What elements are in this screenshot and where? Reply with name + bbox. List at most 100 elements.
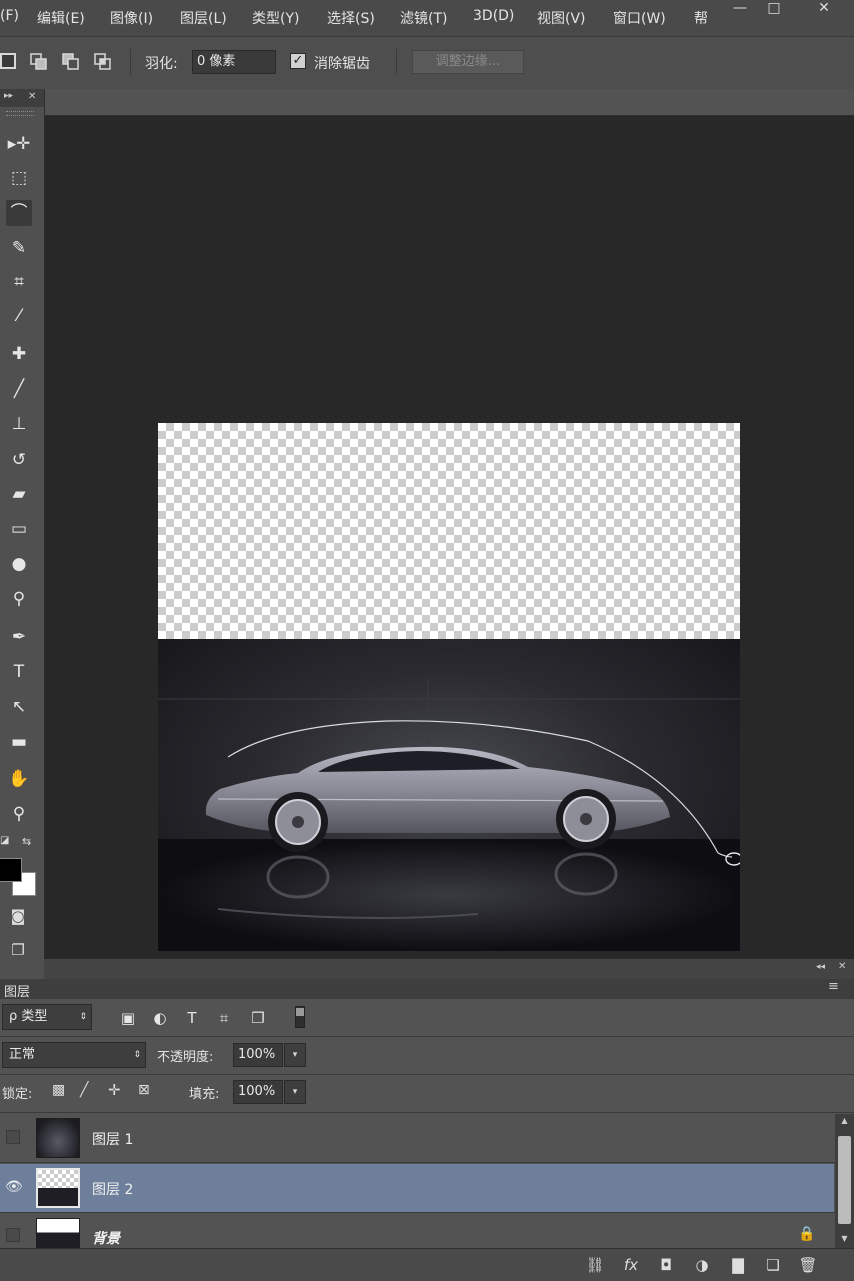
lock-transparent-icon[interactable]: ▩ <box>52 1082 65 1098</box>
new-group-icon[interactable]: ▇ <box>727 1256 749 1274</box>
options-bar: 羽化: 0 像素 ✓ 消除锯齿 调整边缘... <box>0 36 854 90</box>
quick-mask-icon[interactable]: ◙ <box>6 907 30 929</box>
layer-filter-dropdown[interactable]: ρ 类型 ⇕ <box>2 1004 92 1030</box>
visibility-toggle[interactable] <box>6 1130 20 1144</box>
panel-collapse-icon[interactable]: ◂◂ <box>816 962 825 972</box>
transparent-region[interactable] <box>158 423 740 639</box>
new-layer-icon[interactable]: ❏ <box>762 1256 784 1274</box>
brush-tool-icon[interactable]: ╱ <box>6 376 32 402</box>
menu-filter[interactable]: 滤镜(T) <box>400 8 447 28</box>
lock-position-icon[interactable]: ✛ <box>108 1081 121 1099</box>
layer-name[interactable]: 图层 2 <box>92 1179 133 1199</box>
layer-row-2[interactable]: 👁 图层 2 <box>0 1164 834 1212</box>
blend-mode-dropdown[interactable]: 正常 ⇕ <box>2 1042 146 1068</box>
lasso-tool-icon[interactable]: ⌒ <box>6 200 32 226</box>
blend-mode-value: 正常 <box>9 1047 36 1062</box>
history-brush-tool-icon[interactable]: ↺ <box>6 447 32 473</box>
visibility-toggle[interactable] <box>6 1228 20 1242</box>
path-selection-tool-icon[interactable]: ↖ <box>6 694 32 720</box>
antialias-checkbox[interactable]: ✓ <box>290 53 306 69</box>
foreground-color-swatch[interactable] <box>0 858 22 882</box>
eraser-tool-icon[interactable]: ▰ <box>6 481 32 507</box>
lock-icon: 🔒 <box>798 1226 816 1242</box>
car-photo[interactable] <box>158 639 740 951</box>
marquee-tool-icon[interactable]: ⬚ <box>6 165 32 191</box>
type-filter-icon[interactable]: T <box>182 1009 202 1027</box>
delete-layer-icon[interactable]: 🗑 <box>797 1256 819 1274</box>
blur-tool-icon[interactable]: ● <box>6 551 32 577</box>
quick-selection-tool-icon[interactable]: ✎ <box>6 235 32 261</box>
swap-colors-icon[interactable]: ⇆ <box>22 835 31 848</box>
default-colors-icon[interactable]: ◪ <box>0 835 9 846</box>
layer-name[interactable]: 图层 1 <box>92 1129 133 1149</box>
layer-thumbnail <box>36 1218 80 1248</box>
shape-filter-icon[interactable]: ⌗ <box>214 1009 234 1027</box>
layers-tab[interactable]: 图层 <box>4 981 30 1000</box>
feather-label: 羽化: <box>145 56 178 72</box>
layer-row-1[interactable]: 图层 1 <box>0 1114 834 1162</box>
pixel-filter-icon[interactable]: ▣ <box>118 1009 138 1027</box>
healing-brush-tool-icon[interactable]: ✚ <box>6 341 32 367</box>
eye-icon[interactable]: 👁 <box>5 1179 23 1195</box>
subtract-from-selection-icon[interactable] <box>62 53 79 70</box>
divider <box>0 1074 854 1075</box>
dropdown-arrow-icon: ⇕ <box>133 1050 141 1060</box>
menu-layer[interactable]: 图层(L) <box>180 8 227 28</box>
panel-close-icon[interactable]: ✕ <box>838 961 846 972</box>
opacity-label: 不透明度: <box>157 1050 214 1065</box>
intersect-selection-icon[interactable] <box>94 53 111 70</box>
restore-button[interactable]: □ <box>756 0 792 18</box>
crop-tool-icon[interactable]: ⌗ <box>6 269 32 295</box>
feather-input[interactable]: 0 像素 <box>192 50 276 74</box>
link-layers-icon[interactable]: ⛓ <box>584 1256 606 1274</box>
menu-type[interactable]: 类型(Y) <box>252 8 299 28</box>
lock-image-icon[interactable]: ╱ <box>80 1082 88 1098</box>
menu-view[interactable]: 视图(V) <box>537 8 586 28</box>
filter-toggle-switch[interactable] <box>295 1006 305 1028</box>
type-tool-icon[interactable]: T <box>6 659 32 685</box>
refine-edge-button[interactable]: 调整边缘... <box>412 50 524 74</box>
gradient-tool-icon[interactable]: ▭ <box>6 516 32 542</box>
menu-image[interactable]: 图像(I) <box>110 8 153 28</box>
zoom-tool-icon[interactable]: ⚲ <box>6 801 32 827</box>
layers-scrollbar[interactable]: ▲ ▼ <box>835 1114 854 1248</box>
opacity-input[interactable]: 100% <box>233 1043 283 1067</box>
layer-row-background[interactable]: 背景 🔒 <box>0 1214 834 1248</box>
menu-window[interactable]: 窗口(W) <box>613 8 666 28</box>
smart-object-filter-icon[interactable]: ❒ <box>248 1009 268 1027</box>
divider <box>0 1162 854 1163</box>
options-divider <box>130 49 131 75</box>
menu-help[interactable]: 帮 <box>694 8 708 28</box>
menu-edit[interactable]: 编辑(E) <box>37 8 85 28</box>
close-panel-icon[interactable]: ✕ <box>28 91 36 102</box>
lock-all-icon[interactable]: ⊠ <box>138 1082 150 1098</box>
add-mask-icon[interactable]: ◘ <box>655 1256 677 1274</box>
layer-name[interactable]: 背景 <box>92 1228 120 1248</box>
panel-menu-icon[interactable]: ≡ <box>828 979 839 994</box>
menu-select[interactable]: 选择(S) <box>327 8 375 28</box>
hand-tool-icon[interactable]: ✋ <box>6 766 32 792</box>
minimize-button[interactable]: — <box>722 0 758 18</box>
fill-input[interactable]: 100% <box>233 1080 283 1104</box>
tools-panel: ▸▸ ✕ ▸✛ ⬚ ⌒ ✎ ⌗ ⁄ ✚ ╱ ⊥ ↺ ▰ ▭ ● ⚲ ✒ T ↖ ▬ ✋ ⚲ ◪ ⇆ ◙ ❐ <box>0 89 45 979</box>
grip-handle[interactable] <box>6 111 34 116</box>
pen-tool-icon[interactable]: ✒ <box>6 624 32 650</box>
fill-slider-button[interactable]: ▾ <box>284 1080 306 1104</box>
dropdown-arrow-icon: ⇕ <box>79 1012 87 1022</box>
add-to-selection-icon[interactable] <box>30 53 47 70</box>
screen-mode-icon[interactable]: ❐ <box>6 941 30 963</box>
collapse-icon[interactable]: ▸▸ <box>4 91 13 101</box>
eyedropper-tool-icon[interactable]: ⁄ <box>6 303 32 329</box>
menu-3d[interactable]: 3D(D) <box>473 8 514 24</box>
move-tool-icon[interactable]: ▸✛ <box>6 131 32 157</box>
rectangle-tool-icon[interactable]: ▬ <box>6 729 32 755</box>
layer-style-icon[interactable]: fx <box>620 1256 642 1274</box>
clone-stamp-tool-icon[interactable]: ⊥ <box>6 411 32 437</box>
new-selection-icon[interactable] <box>0 53 16 69</box>
menu-file[interactable]: (F) <box>0 8 19 24</box>
opacity-slider-button[interactable]: ▾ <box>284 1043 306 1067</box>
dodge-tool-icon[interactable]: ⚲ <box>6 586 32 612</box>
adjustment-filter-icon[interactable]: ◐ <box>150 1009 170 1027</box>
adjustment-layer-icon[interactable]: ◑ <box>691 1256 713 1274</box>
close-button[interactable]: ✕ <box>806 0 842 18</box>
